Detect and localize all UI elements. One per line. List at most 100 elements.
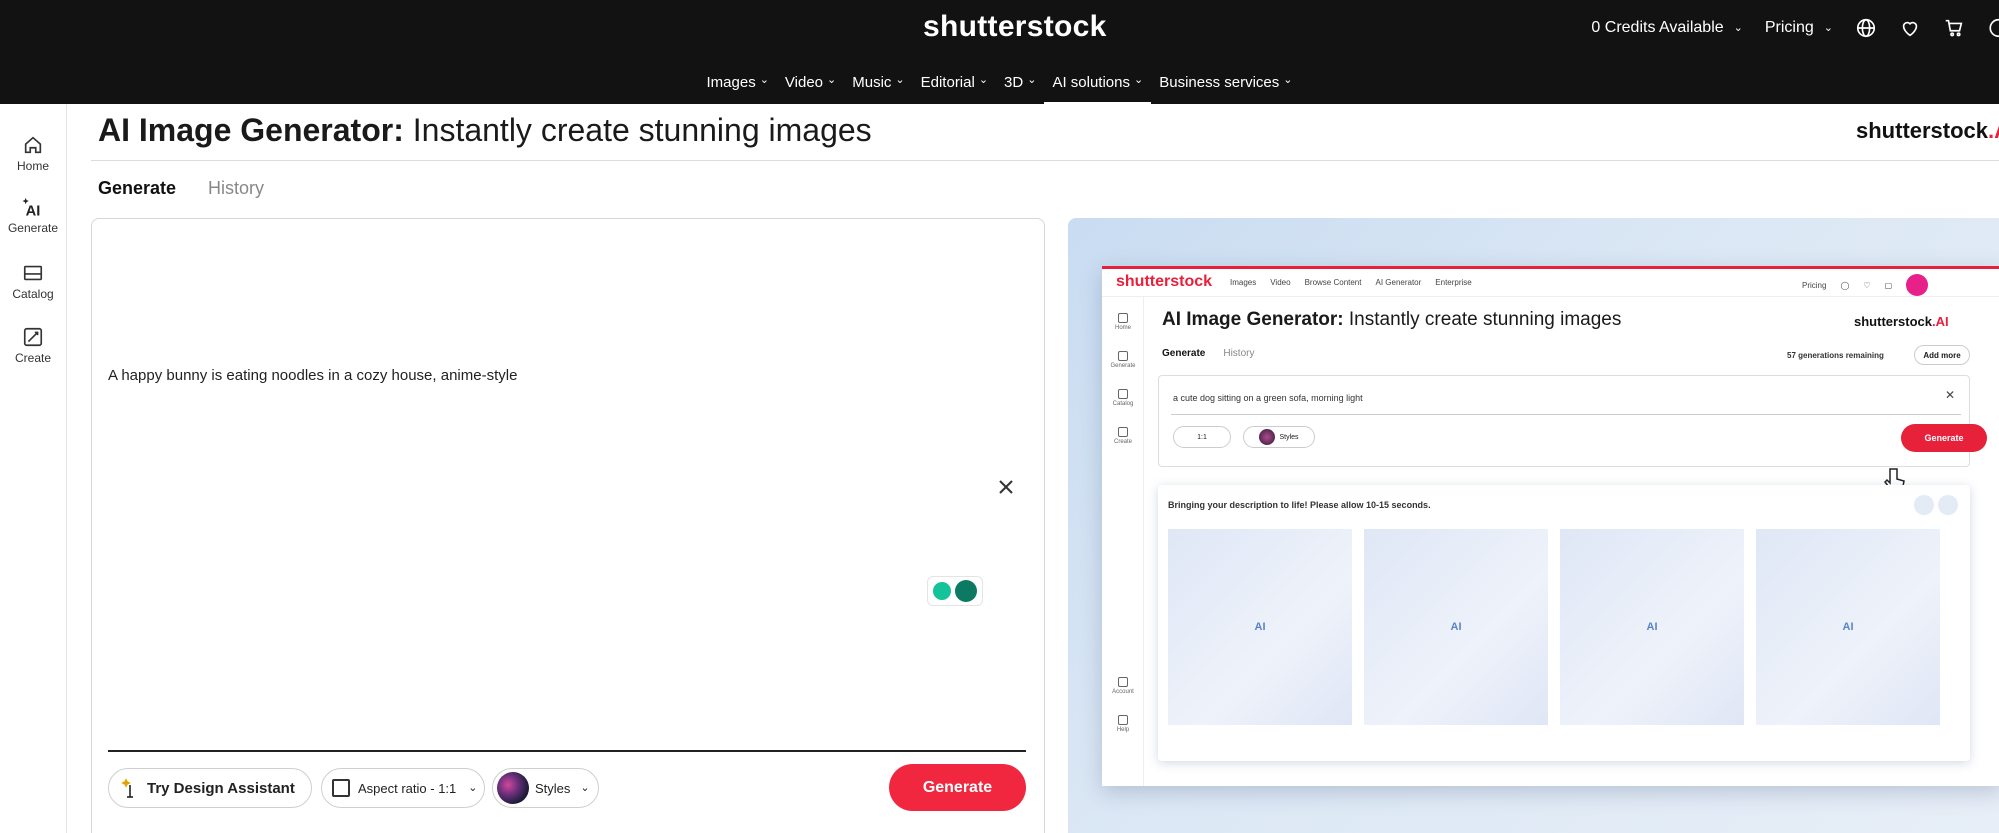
- pricing-dropdown[interactable]: Pricing ⌄: [1765, 19, 1833, 37]
- create-icon: [23, 327, 43, 347]
- preview-aspect-label: 1:1: [1197, 433, 1207, 441]
- language-button[interactable]: [1855, 17, 1877, 39]
- globe-icon: [1856, 18, 1876, 38]
- clear-prompt-icon[interactable]: [996, 477, 1016, 497]
- aspect-ratio-select[interactable]: Aspect ratio - 1:1 ⌄: [321, 768, 485, 808]
- prompt-input[interactable]: A happy bunny is eating noodles in a coz…: [108, 367, 517, 384]
- preview-rail: Home Generate Catalog Create Account Hel…: [1102, 297, 1144, 786]
- design-assistant-button[interactable]: Try Design Assistant: [108, 768, 312, 808]
- preview-tile: AI: [1168, 529, 1352, 725]
- preview-style-thumb: [1259, 429, 1276, 445]
- lightbulb-icon: [933, 582, 951, 600]
- preview-nav-item: Images: [1230, 278, 1257, 287]
- tab-generate[interactable]: Generate: [98, 178, 176, 199]
- preview-remaining: 57 generations remaining: [1787, 351, 1884, 360]
- preview-create-icon: [1118, 427, 1128, 437]
- nav-label: Video: [784, 74, 824, 91]
- preview-rail-label: Home: [1114, 325, 1131, 331]
- preview-tile: AI: [1756, 529, 1940, 725]
- preview-nav-item: Enterprise: [1435, 278, 1472, 287]
- chevron-down-icon: ⌄: [580, 781, 590, 794]
- preview-account-icon: [1118, 677, 1128, 687]
- nav-ai-solutions[interactable]: AI solutions ⌄: [1044, 70, 1152, 104]
- rail-item-home[interactable]: Home: [0, 134, 66, 173]
- preview-heart-icon: ♡: [1863, 280, 1871, 290]
- preview-nav-item: Video: [1270, 278, 1291, 287]
- styles-label: Styles: [535, 780, 571, 796]
- preview-rail-label: Create: [1113, 439, 1132, 445]
- nav-music[interactable]: Music ⌄: [844, 70, 912, 104]
- preview-rail-label: Help: [1116, 727, 1130, 733]
- chevron-down-icon: ⌄: [978, 74, 989, 86]
- preview-avatar: [1906, 274, 1929, 296]
- home-icon: [24, 136, 42, 154]
- preview-top-right: Pricing ◯ ♡ ▢: [1802, 274, 1929, 296]
- preview-ai-label: AI: [1646, 621, 1658, 633]
- tab-history[interactable]: History: [208, 178, 264, 199]
- credits-label: 0 Credits Available: [1591, 19, 1724, 36]
- page-title-bold: AI Image Generator:: [98, 112, 404, 148]
- magic-wand-icon: [121, 778, 133, 798]
- brand-name: shutterstock: [1856, 118, 1989, 143]
- preview-dot: [1914, 495, 1934, 515]
- preview-title-bold: AI Image Generator:: [1162, 309, 1344, 330]
- account-button[interactable]: [1987, 17, 1999, 39]
- chevron-down-icon: ⌄: [1283, 74, 1293, 86]
- preview-rail-item: Create: [1102, 427, 1144, 445]
- page-title-rest: Instantly create stunning images: [403, 112, 872, 148]
- preview-rail-item: Account: [1102, 677, 1144, 695]
- rail-item-generate[interactable]: AI Generate: [0, 196, 66, 235]
- preview-cart-icon: ▢: [1884, 280, 1893, 290]
- nav-business-services[interactable]: Business services ⌄: [1151, 70, 1300, 104]
- chevron-down-icon: ⌄: [1027, 74, 1037, 86]
- preview-brand-name: shutterstock: [1854, 314, 1933, 329]
- preview-nav: Images Video Browse Content AI Generator…: [1230, 278, 1472, 287]
- preview-rail-item: Help: [1102, 715, 1144, 733]
- aspect-ratio-label: Aspect ratio - 1:1: [358, 780, 457, 796]
- svg-text:AI: AI: [26, 203, 41, 218]
- preview-rail-item: Catalog: [1102, 389, 1144, 407]
- nav-images[interactable]: Images ⌄: [699, 70, 777, 104]
- preview-status: Bringing your description to life! Pleas…: [1168, 500, 1431, 510]
- prompt-underline: [108, 750, 1026, 752]
- generate-button[interactable]: Generate: [889, 764, 1026, 811]
- styles-select[interactable]: Styles ⌄: [492, 768, 599, 808]
- preview-results: Bringing your description to life! Pleas…: [1158, 485, 1970, 761]
- preview-nav-item: Browse Content: [1304, 278, 1362, 287]
- nav-label: AI solutions: [1052, 74, 1130, 91]
- rail-item-create[interactable]: Create: [0, 326, 66, 365]
- chevron-down-icon: ⌄: [827, 74, 837, 86]
- preview-rail-label: Catalog: [1112, 401, 1134, 407]
- rail-label: Catalog: [12, 287, 54, 301]
- preview-styles-label: Styles: [1279, 433, 1299, 441]
- preview-globe-icon: ◯: [1840, 280, 1850, 290]
- user-icon: [1989, 18, 1999, 38]
- cart-button[interactable]: [1943, 17, 1965, 39]
- preview-prompt: a cute dog sitting on a green sofa, morn…: [1173, 393, 1363, 403]
- preview-underline: [1171, 414, 1961, 415]
- nav-label: Images: [706, 74, 756, 91]
- style-thumbnail: [497, 772, 529, 804]
- preview-dot: [1938, 495, 1958, 515]
- rail-item-catalog[interactable]: Catalog: [0, 262, 66, 301]
- design-assistant-label: Try Design Assistant: [147, 779, 295, 797]
- nav-video[interactable]: Video ⌄: [777, 70, 844, 104]
- favorites-button[interactable]: [1899, 17, 1921, 39]
- left-rail: Home AI Generate Catalog Create: [0, 104, 67, 833]
- preview-catalog-icon: [1118, 389, 1128, 399]
- preview-tile: AI: [1560, 529, 1744, 725]
- shutterstock-logo[interactable]: shutterstock: [923, 10, 1107, 44]
- nav-label: Business services: [1159, 74, 1280, 91]
- pricing-label: Pricing: [1764, 19, 1814, 36]
- rail-label: Generate: [7, 221, 59, 235]
- nav-3d[interactable]: 3D ⌄: [996, 70, 1044, 104]
- chevron-down-icon: ⌄: [759, 74, 769, 86]
- preview-rail-item: Home: [1102, 313, 1144, 331]
- preview-ai-icon: [1118, 351, 1128, 361]
- credits-dropdown[interactable]: 0 Credits Available ⌄: [1591, 19, 1742, 37]
- grammarly-widget[interactable]: [927, 576, 983, 606]
- preview-help-icon: [1118, 715, 1128, 725]
- nav-editorial[interactable]: Editorial ⌄: [913, 70, 996, 104]
- generator-tabs: Generate History: [98, 178, 264, 199]
- demo-preview: shutterstock Images Video Browse Content…: [1068, 218, 1999, 833]
